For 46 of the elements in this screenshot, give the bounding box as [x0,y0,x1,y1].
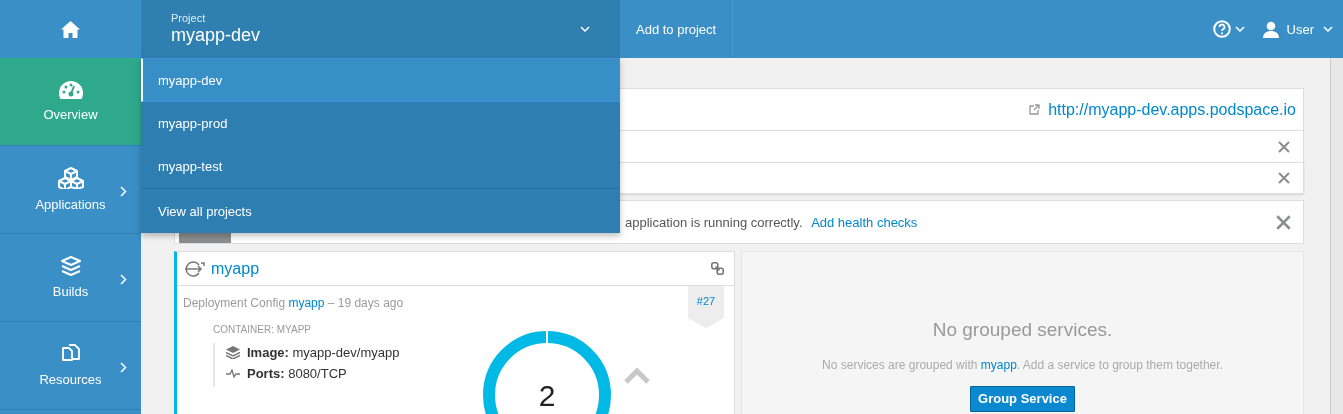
revision-badge[interactable]: #27 [688,286,724,328]
deployment-icon [184,259,206,278]
home-icon [61,20,80,38]
container-detail: Image: myapp-dev/myapp [247,345,400,360]
view-all-projects-link[interactable]: View all projects [141,189,620,233]
alert-text: application is running correctly. Add health checks [625,214,919,230]
chevron-right-icon [120,186,127,197]
chevron-up-icon[interactable] [624,368,650,384]
documents-icon [60,343,81,364]
container-detail: Ports: 8080/TCP [247,366,347,381]
caret-icon [1234,26,1245,32]
project-option[interactable]: myapp-test [141,145,620,188]
add-health-checks-link[interactable]: Add health checks [811,214,918,230]
container-label: CONTAINER: MYAPP [213,324,312,335]
link-icon[interactable] [711,262,724,275]
user-icon [1262,20,1279,38]
project-option[interactable]: myapp-dev [141,58,620,102]
deployment-name-link[interactable]: myapp [211,259,706,278]
service-link[interactable]: myapp [980,358,1017,372]
external-link-icon [1029,104,1041,115]
layers-icon [60,255,81,276]
config-link[interactable]: myapp [288,296,325,310]
caret-icon [1323,26,1333,32]
user-menu[interactable]: User [1262,0,1333,58]
close-icon[interactable] [1278,172,1290,184]
close-icon[interactable] [1276,214,1291,230]
pulse-icon [226,369,240,378]
group-service-button[interactable]: Group Service [970,386,1075,412]
nav-item[interactable]: Overview [0,58,141,146]
scrollbar[interactable] [1330,58,1343,414]
cubes-icon [57,166,84,189]
empty-message: No services are grouped with myapp. Add a service to group them together. [822,358,1223,372]
gauge-icon [58,80,83,99]
help-icon [1212,20,1231,38]
add-to-project-link[interactable]: Add to project [620,0,734,58]
route-link[interactable]: http://myapp-dev.apps.podspace.io [1048,100,1296,119]
deployment-config-text: Deployment Config myapp – 19 days ago [183,296,404,310]
layers-icon [226,346,240,359]
project-option[interactable]: myapp-prod [141,102,620,145]
caret-icon [580,26,590,32]
project-selector[interactable]: Project myapp-dev [141,0,620,58]
chevron-right-icon [120,274,127,285]
chevron-right-icon [120,362,127,373]
close-icon[interactable] [1278,140,1290,153]
pod-donut-drawing: 2 [482,330,612,414]
empty-title: No grouped services. [932,319,1113,341]
